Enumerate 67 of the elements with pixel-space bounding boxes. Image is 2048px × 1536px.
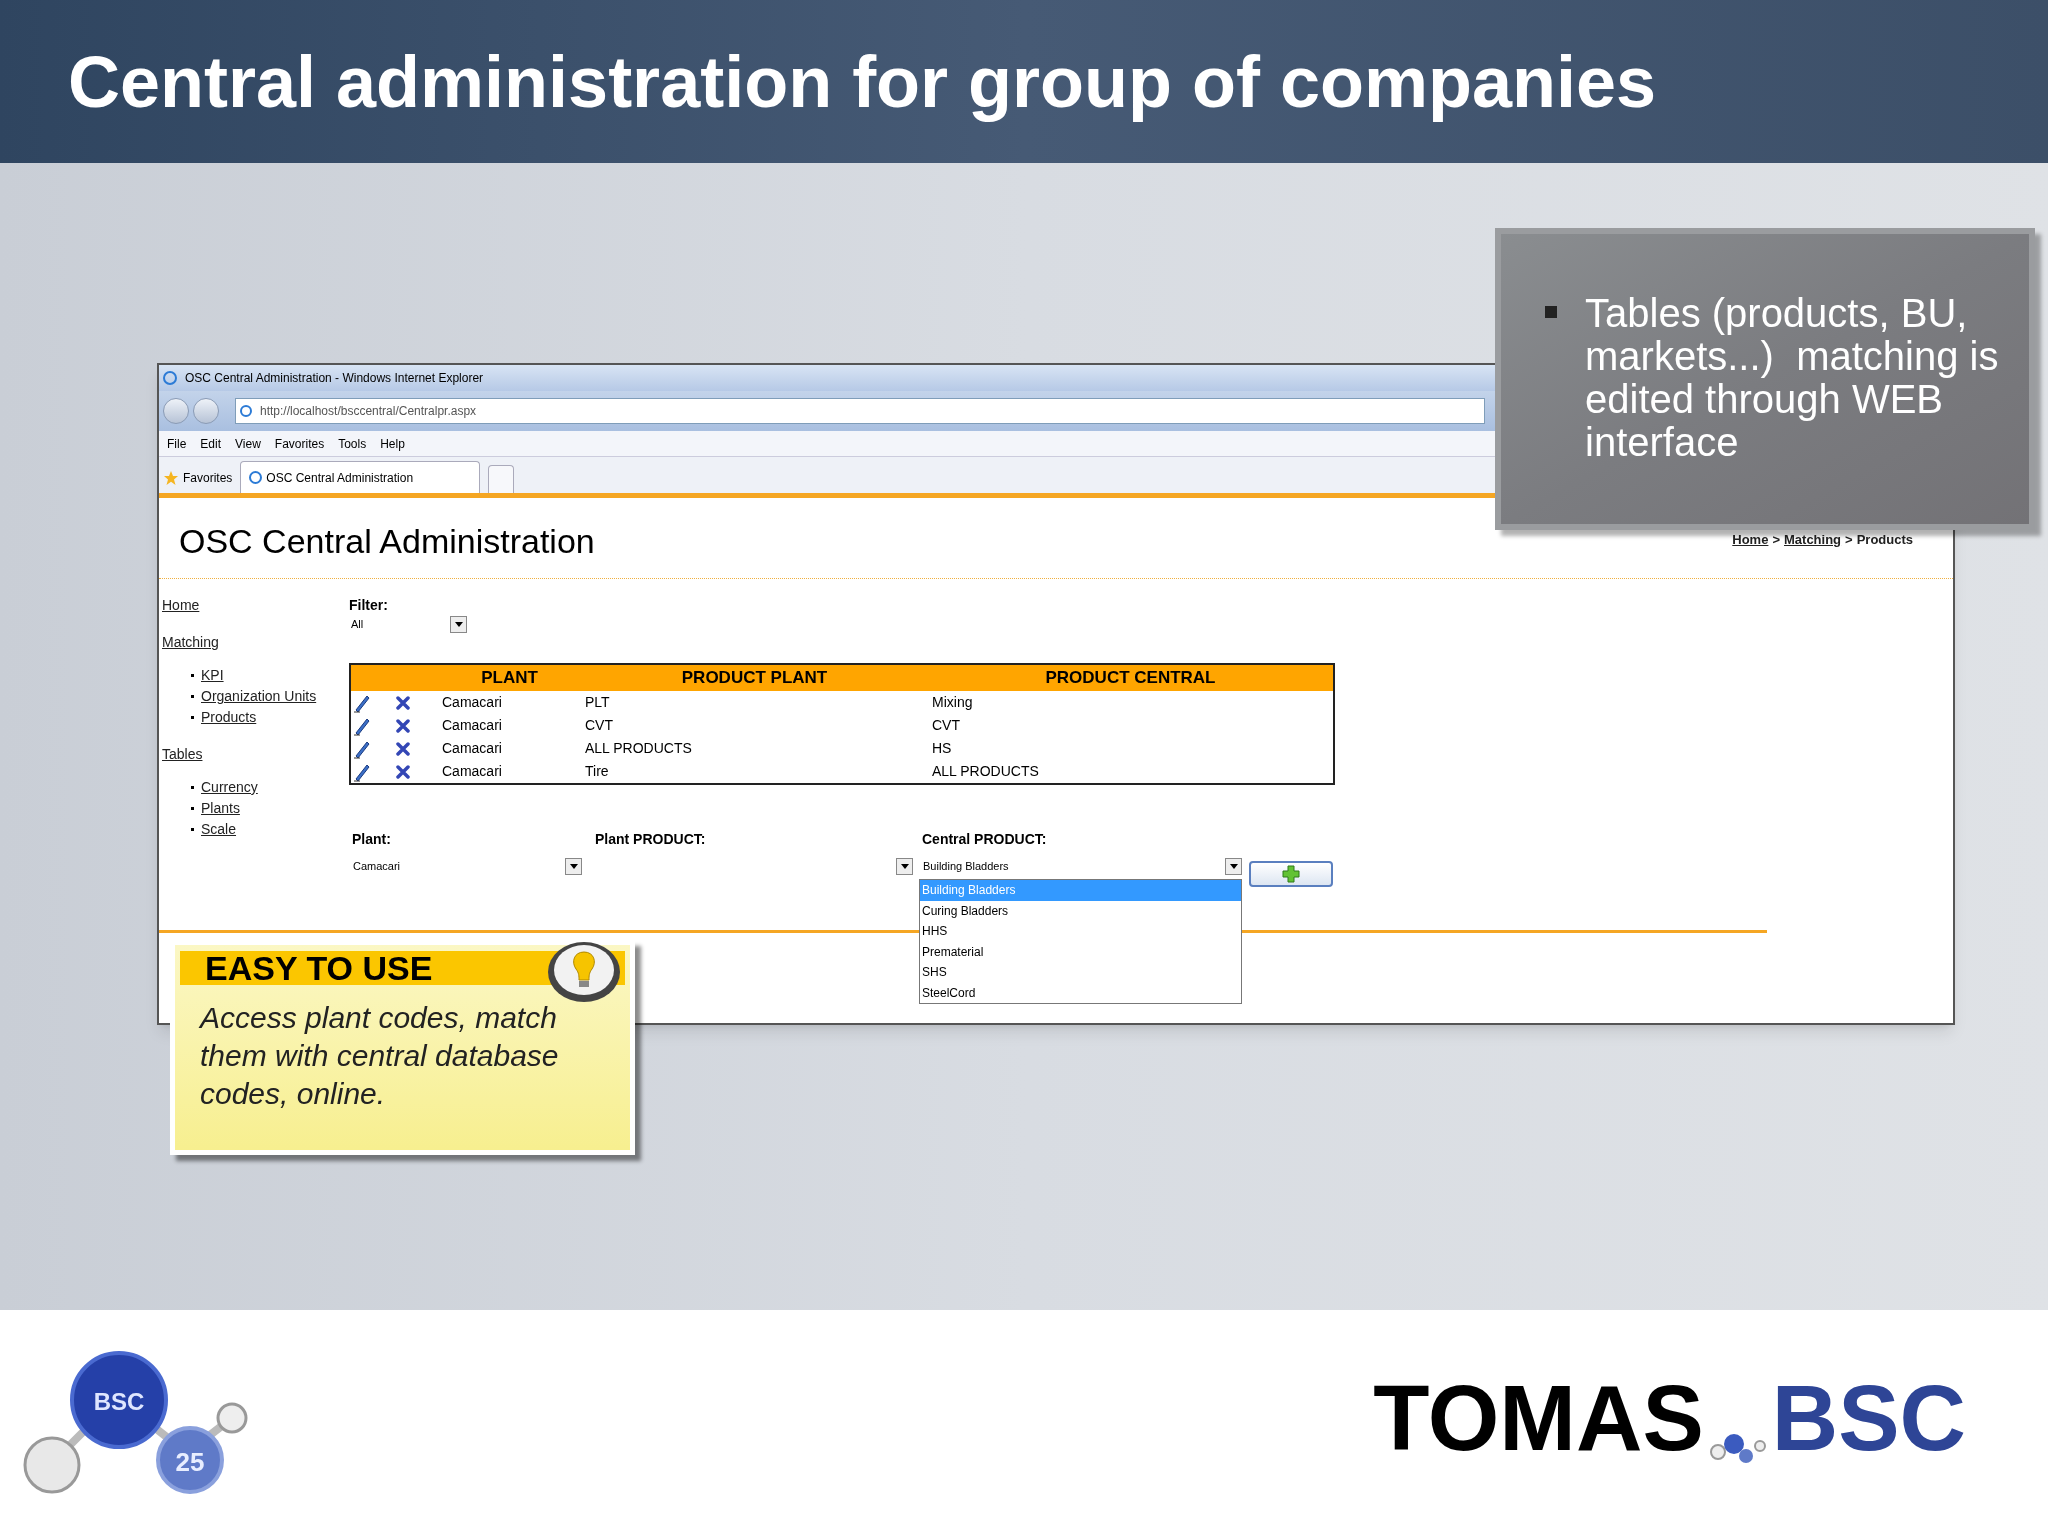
menu-item[interactable]: Edit xyxy=(200,434,222,453)
table-cell-text: PLT xyxy=(584,693,611,712)
bullet-icon xyxy=(1545,306,1557,318)
breadcrumb-link[interactable]: Matching xyxy=(1784,530,1842,550)
delete-icon[interactable] xyxy=(396,741,410,756)
callout-text: Tables (products, BU, markets...) matching is edited through WEB interface xyxy=(1585,292,2000,466)
menu-item[interactable]: Tools xyxy=(338,434,367,453)
sidebar-sublink[interactable]: Products xyxy=(201,707,257,728)
select-field[interactable]: Building Bladders xyxy=(919,858,1242,875)
table-cell-text: ALL PRODUCTS xyxy=(931,762,1040,781)
breadcrumb-link[interactable]: Home xyxy=(1732,530,1769,550)
dropdown-option[interactable]: SteelCord xyxy=(920,982,1241,1003)
logo-drawing: BSC 25 xyxy=(22,1343,252,1503)
filter-select[interactable]: All xyxy=(349,616,467,633)
sidebar-sublink[interactable]: Scale xyxy=(201,819,237,840)
table-cell-text: Camacari xyxy=(441,693,503,712)
column-header: PLANT xyxy=(480,667,539,690)
dropdown-option[interactable]: HHS xyxy=(920,921,1241,942)
menu-item[interactable]: View xyxy=(235,434,261,453)
table-cell-text: CVT xyxy=(584,716,614,735)
sidebar-link[interactable]: Matching xyxy=(162,632,349,653)
field-label: Plant: xyxy=(351,830,392,849)
logo-text: BSC xyxy=(1771,1372,1966,1464)
logo-text: TOMAS xyxy=(1373,1372,1704,1464)
table-cell-text: HS xyxy=(931,739,953,758)
dropdown-option[interactable]: Prematerial xyxy=(920,941,1241,962)
table-cell-text: Mixing xyxy=(931,693,974,712)
favorites-button[interactable]: Favorites xyxy=(163,463,233,493)
window-title: OSC Central Administration - Windows Internet Explorer xyxy=(185,370,484,387)
browser-logo-icon xyxy=(163,371,177,385)
breadcrumb-separator: > xyxy=(1772,531,1780,549)
plus-icon xyxy=(1282,865,1300,883)
menu-item[interactable]: Help xyxy=(380,434,405,453)
column-header: PRODUCT CENTRAL xyxy=(1044,667,1217,690)
column-header: PRODUCT PLANT xyxy=(680,667,829,690)
address-field[interactable]: http://localhost/bsccentral/Centralpr.aspx xyxy=(235,398,1485,424)
delete-icon[interactable] xyxy=(396,695,410,710)
field-label: Central PRODUCT: xyxy=(921,830,1048,849)
note-title: EASY TO USE xyxy=(205,951,433,985)
breadcrumb-current: Products xyxy=(1856,531,1913,549)
add-button[interactable] xyxy=(1249,861,1333,887)
filter-label: Filter: xyxy=(349,596,389,615)
table-cell-text: Tire xyxy=(584,762,610,781)
table-cell-text: Camacari xyxy=(441,762,503,781)
page-heading: OSC Central Administration xyxy=(179,521,595,558)
note-text: Access plant codes, match them with central database codes, online. xyxy=(197,1000,560,1112)
select-field[interactable]: Camacari xyxy=(349,858,582,875)
dropdown-option[interactable]: SHS xyxy=(920,962,1241,983)
browser-tab[interactable]: OSC Central Administration xyxy=(240,461,481,493)
menu-item[interactable]: Favorites xyxy=(274,434,325,453)
table-cell-text: ALL PRODUCTS xyxy=(584,739,693,758)
sidebar-sublink[interactable]: Organization Units xyxy=(201,686,317,707)
sidebar-link[interactable]: Home xyxy=(162,595,349,616)
sidebar-link[interactable]: Tables xyxy=(162,744,349,765)
star-icon xyxy=(163,470,179,486)
sidebar-sublink[interactable]: KPI xyxy=(201,665,224,686)
table-cell-text: Camacari xyxy=(441,739,503,758)
delete-icon[interactable] xyxy=(396,764,410,779)
menu-item[interactable]: File xyxy=(167,434,187,453)
sidebar-sublink[interactable]: Currency xyxy=(201,777,258,798)
table-cell-text: Camacari xyxy=(441,716,503,735)
table-cell-text: CVT xyxy=(931,716,961,735)
sidebar-sublink[interactable]: Plants xyxy=(201,798,240,819)
delete-icon[interactable] xyxy=(396,718,410,733)
breadcrumb-separator: > xyxy=(1845,531,1853,549)
field-label: Plant PRODUCT: xyxy=(594,830,707,849)
dropdown-option[interactable]: Curing Bladders xyxy=(920,900,1241,921)
